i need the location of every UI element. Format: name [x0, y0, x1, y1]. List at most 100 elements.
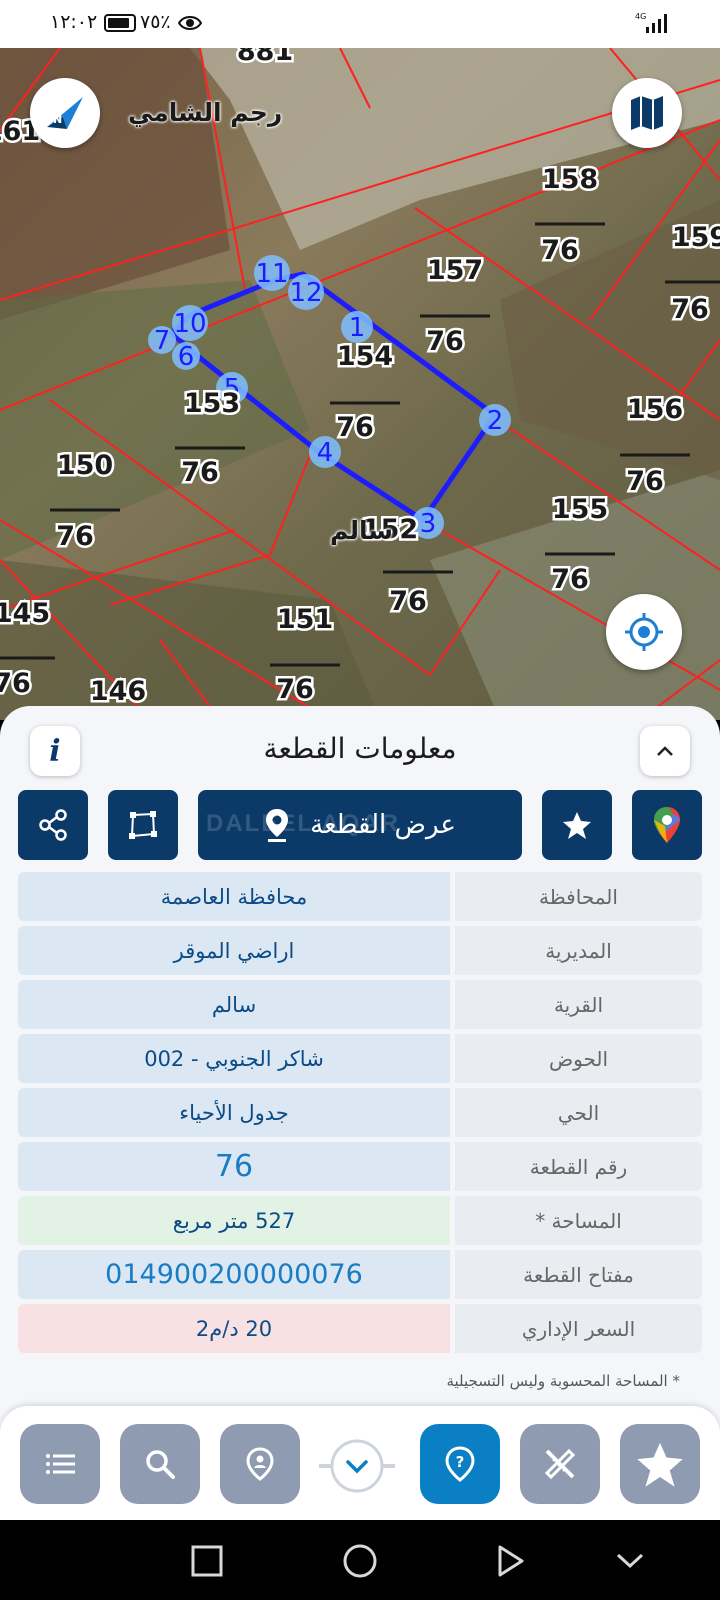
row-value: شاكر الجنوبي - 002: [18, 1034, 450, 1083]
vertex-12: 12: [288, 274, 324, 310]
row-value: سالم: [18, 980, 450, 1029]
sheet-title: معلومات القطعة: [263, 732, 457, 765]
locate-me-button[interactable]: [606, 594, 682, 670]
signal-icon: [646, 14, 667, 33]
parcel-sub: 76: [389, 586, 427, 617]
village-label: سالم: [330, 516, 393, 545]
ruler-pencil-icon: [544, 1448, 576, 1480]
google-maps-button[interactable]: [632, 790, 702, 860]
row-area: 527 متر مربع المساحة *: [18, 1196, 702, 1245]
parcel-sub: 76: [626, 466, 664, 497]
chevron-up-icon: [657, 746, 673, 756]
area-footnote: * المساحة المحسوبة وليس التسجيلية: [446, 1372, 680, 1390]
row-parcel-key: 014900200000076 مفتاح القطعة: [18, 1250, 702, 1299]
row-label: الحي: [455, 1088, 702, 1137]
eye-comfort-icon: [178, 16, 202, 30]
parcel-sub: 76: [0, 668, 31, 699]
parcel-sub: 76: [56, 521, 94, 552]
svg-text:11: 11: [255, 259, 288, 289]
row-basin: شاكر الجنوبي - 002 الحوض: [18, 1034, 702, 1083]
bottom-nav: ?: [0, 1406, 720, 1520]
battery-percent: ٧٥٪: [140, 11, 171, 33]
svg-text:2: 2: [487, 406, 504, 436]
parcel-number: 153: [184, 388, 240, 419]
star-icon: [637, 1442, 683, 1487]
svg-text:10: 10: [173, 309, 206, 339]
nav-help-button[interactable]: ?: [420, 1424, 500, 1504]
status-time: ١٢:٠٢: [50, 11, 98, 33]
svg-text:6: 6: [178, 342, 195, 372]
share-icon: [39, 809, 67, 841]
row-label: المساحة *: [455, 1196, 702, 1245]
place-name: رجم الشامي: [128, 98, 283, 127]
row-value: محافظة العاصمة: [18, 872, 450, 921]
battery-icon: [104, 14, 136, 32]
sheet-header: i معلومات القطعة: [0, 706, 720, 776]
favorite-button[interactable]: [542, 790, 612, 860]
vertex-2: 2: [479, 404, 511, 436]
recents-button[interactable]: [191, 1545, 223, 1577]
parcel-sub: 76: [181, 457, 219, 488]
parcel-number: 146: [90, 676, 146, 707]
nav-expand-button[interactable]: [319, 1428, 395, 1504]
parcel-sub: 76: [336, 412, 374, 443]
row-label: المديرية: [455, 926, 702, 975]
map-view[interactable]: 1 2 3 4 5 6 7 10 11 12 881 158 76 159 76…: [0, 48, 720, 720]
row-value: 20 د/م2: [18, 1304, 450, 1353]
nav-search-button[interactable]: [120, 1424, 200, 1504]
chevron-down-circle-icon: [319, 1439, 395, 1493]
row-label: السعر الإداري: [455, 1304, 702, 1353]
nav-favorites-button[interactable]: [620, 1424, 700, 1504]
row-village: سالم القرية: [18, 980, 702, 1029]
compass-button[interactable]: N: [30, 78, 100, 148]
row-value: 76: [18, 1142, 450, 1191]
vertex-10: 10: [172, 305, 208, 341]
parcel-number: 154: [337, 341, 393, 372]
crosshair-icon: [625, 613, 663, 651]
parcel-number: 157: [427, 255, 483, 286]
row-value[interactable]: 014900200000076: [18, 1250, 450, 1299]
search-icon: [146, 1450, 175, 1479]
row-label: مفتاح القطعة: [455, 1250, 702, 1299]
row-governorate: محافظة العاصمة المحافظة: [18, 872, 702, 921]
row-label: المحافظة: [455, 872, 702, 921]
parcel-number: 158: [542, 164, 598, 195]
svg-text:?: ?: [456, 1453, 465, 1471]
back-button[interactable]: [498, 1545, 524, 1577]
parcel-number: 156: [627, 394, 683, 425]
parcel-sub: 76: [551, 564, 589, 595]
status-bar: ١٢:٠٢ ٧٥٪ 4G: [0, 0, 720, 48]
vertex-11: 11: [254, 255, 290, 291]
help-pin-icon: ?: [445, 1446, 475, 1482]
collapse-button[interactable]: [640, 726, 690, 776]
view-parcel-button[interactable]: DALEEL AQAR عرض القطعة: [198, 790, 522, 860]
hide-nav-button[interactable]: [616, 1553, 644, 1569]
svg-text:N: N: [53, 113, 62, 126]
vertex-1: 1: [341, 311, 373, 343]
row-value: 527 متر مربع: [18, 1196, 450, 1245]
nav-nearby-button[interactable]: [220, 1424, 300, 1504]
parcel-number: 145: [0, 598, 50, 629]
svg-text:3: 3: [420, 509, 437, 539]
star-icon: [563, 812, 591, 839]
parcel-sub: 76: [671, 294, 709, 325]
row-parcel-number: 76 رقم القطعة: [18, 1142, 702, 1191]
nav-tools-button[interactable]: [520, 1424, 600, 1504]
list-icon: [46, 1454, 75, 1474]
row-admin-price: 20 د/م2 السعر الإداري: [18, 1304, 702, 1353]
share-button[interactable]: [18, 790, 88, 860]
compass-arrow-icon: N: [47, 97, 83, 129]
svg-text:4: 4: [317, 438, 334, 468]
map-layers-button[interactable]: [612, 78, 682, 148]
svg-text:1: 1: [349, 313, 366, 343]
map-book-icon: [631, 96, 663, 130]
home-button[interactable]: [343, 1544, 377, 1578]
nav-list-button[interactable]: [20, 1424, 100, 1504]
parcel-number: 881: [237, 48, 293, 67]
row-directorate: اراضي الموقر المديرية: [18, 926, 702, 975]
parcel-sub: 76: [276, 674, 314, 705]
row-label: رقم القطعة: [455, 1142, 702, 1191]
draw-polygon-button[interactable]: [108, 790, 178, 860]
parcel-number: 151: [277, 604, 333, 635]
parcel-number: 150: [57, 450, 113, 481]
